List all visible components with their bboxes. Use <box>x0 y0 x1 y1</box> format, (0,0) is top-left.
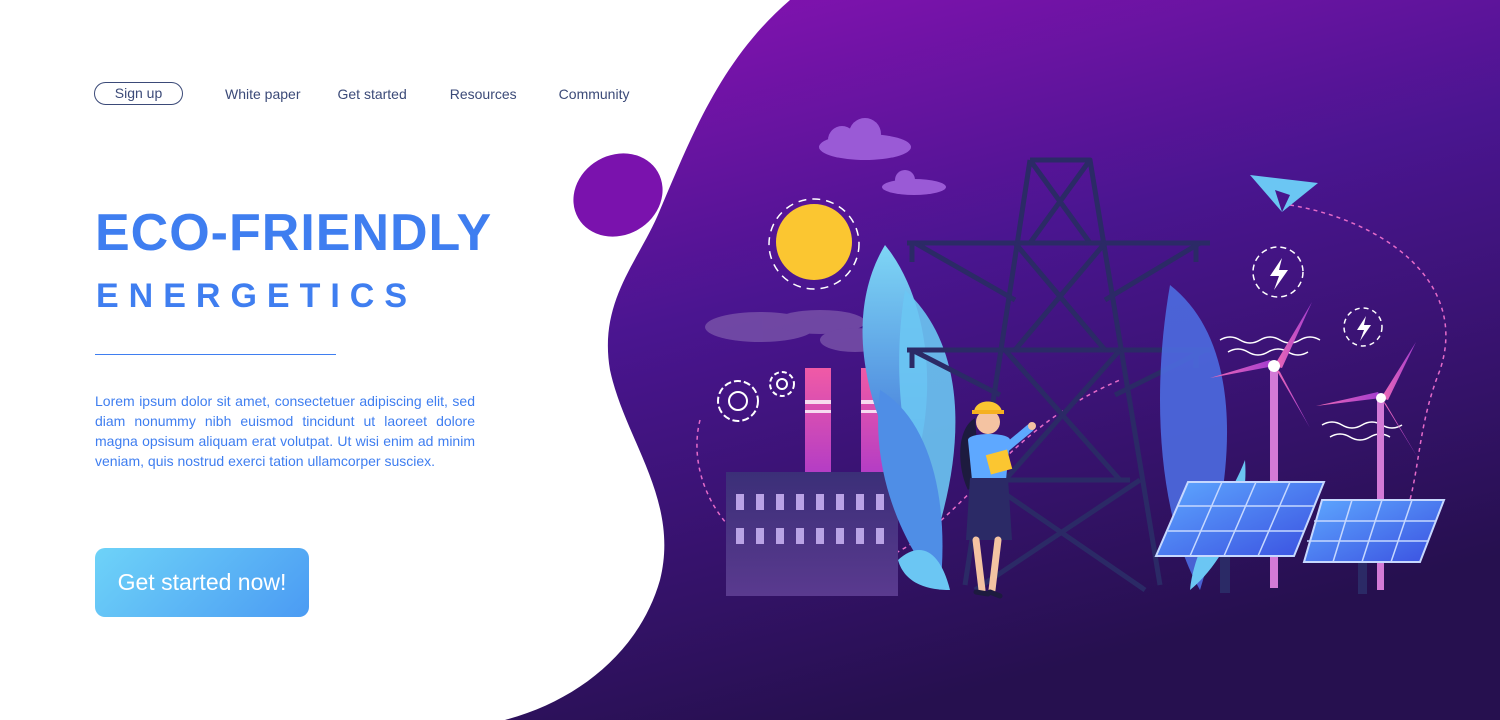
page-subtitle: ENERGETICS <box>96 277 418 315</box>
sign-up-button[interactable]: Sign up <box>94 82 183 105</box>
background-blob <box>505 0 1500 720</box>
hero-description: Lorem ipsum dolor sit amet, consectetuer… <box>95 393 475 469</box>
get-started-now-button[interactable]: Get started now! <box>95 548 309 617</box>
nav-link-get-started[interactable]: Get started <box>337 86 406 102</box>
nav-link-community[interactable]: Community <box>559 86 630 102</box>
top-nav: Sign up White paper Get started Resource… <box>94 82 629 105</box>
nav-link-white-paper[interactable]: White paper <box>225 86 300 102</box>
nav-link-resources[interactable]: Resources <box>450 86 517 102</box>
page-title: ECO-FRIENDLY <box>95 204 493 262</box>
title-divider <box>95 354 336 355</box>
